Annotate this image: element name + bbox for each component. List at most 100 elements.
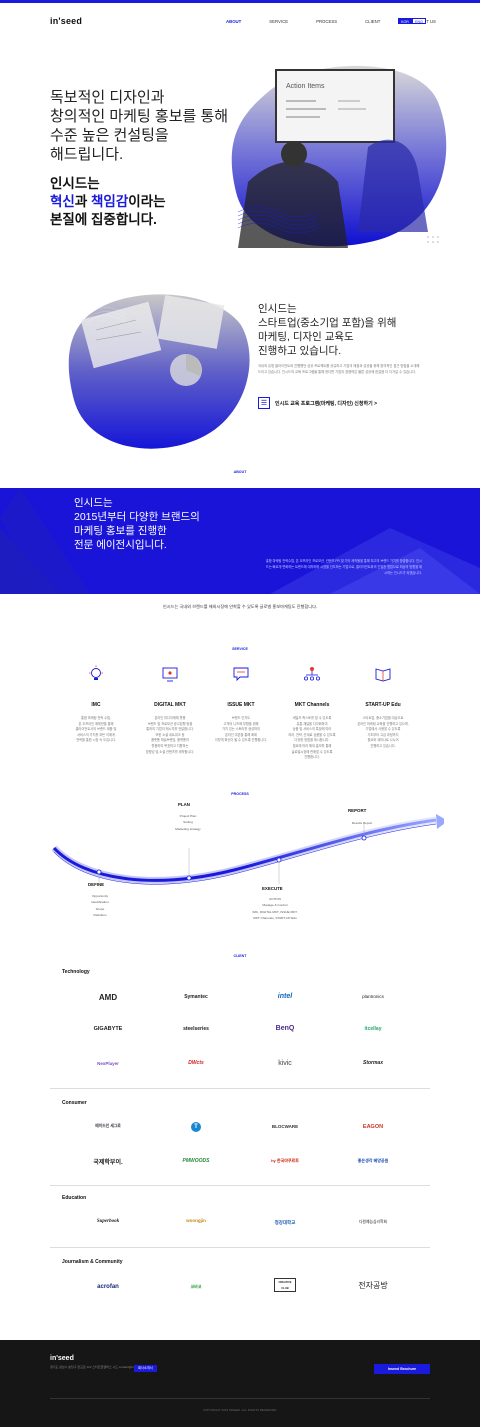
- service-name: ISSUE MKT: [227, 702, 255, 708]
- about-bg-shapes: [0, 488, 480, 594]
- logo-goodthought: 좋은생각 혜양공원: [357, 1158, 389, 1163]
- responsibility-word: 책임감: [91, 194, 129, 209]
- logo-superbook: Superbook: [96, 1219, 120, 1224]
- logo-stormax: Stormax: [362, 1060, 383, 1066]
- about-caption: 인시드는 국내외 브랜드를 해외시장에 안착할 수 있도록 글로벌 홍보마케팅도…: [162, 604, 318, 609]
- logo-gukje: 국제학부이.: [93, 1160, 123, 1166]
- logo[interactable]: in'seed: [50, 16, 82, 26]
- service-section-tag: SERVICE: [232, 647, 248, 651]
- process-sub: Results Report: [351, 821, 373, 825]
- process-execute-subs: ACTION Manage & Control IMC, DIGITAL MKT…: [240, 896, 310, 922]
- hero-line: 수준 높은 컨설팅을: [50, 127, 169, 144]
- company-intro-button[interactable]: 회사소개서: [134, 1365, 157, 1372]
- hero-line: 독보적인 디자인과: [50, 89, 165, 106]
- site-header: in'seed ABOUT SERVICE PROCESS CLIENT CON…: [0, 3, 480, 39]
- edu-line: 인시드는: [258, 303, 297, 315]
- process-plan-subs: Project Plan Setting Marketing strategy: [168, 813, 208, 832]
- about-headline: 인시드는 2015년부터 다양한 브랜드의 마케팅 홍보를 진행한 전문 에이전…: [74, 496, 200, 552]
- about-banner: 인시드는 2015년부터 다양한 브랜드의 마케팅 홍보를 진행한 전문 에이전…: [0, 488, 480, 594]
- edu-link-label: 인시드 교육 프로그램(마케팅, 디자인) 신청하기 >: [275, 400, 377, 407]
- service-digital-mkt: DIGITAL MKT 온라인 미디어매체 활용 브랜드 및 프로모션 광고집행…: [137, 665, 203, 755]
- service-imc: IMC 통합 마케팅 전략 수립, 온 오프라인 매체만을 통해 클라이언트사의…: [63, 665, 129, 744]
- lang-eng-button[interactable]: ENG: [412, 18, 426, 24]
- main-nav: ABOUT SERVICE PROCESS CLIENT CONTACT US: [226, 19, 464, 24]
- service-name: MKT Channels: [294, 702, 330, 708]
- nav-service[interactable]: SERVICE: [269, 19, 288, 24]
- hero-meeting-image: Action Items: [231, 65, 447, 248]
- service-name: DIGITAL MKT: [154, 702, 186, 708]
- logo-pmwoods: PMWOODS: [182, 1158, 210, 1164]
- service-startup-edu: START-UP Edu 스타트업, 중소기업을 대상으로 온라인 마케팅 교육…: [350, 665, 416, 750]
- logo-dawon: 다원예능심리학회: [359, 1220, 387, 1224]
- edu-description: 국내외 유명 클라이언트와 진행했던 성공 프로젝트를 공유하고 기업의 매출과…: [258, 364, 420, 374]
- hero-headline: 독보적인 디자인과 창의적인 마케팅 홍보를 통해 수준 높은 컨설팅을 해드립…: [50, 88, 228, 164]
- footer-divider: [50, 1398, 430, 1399]
- logo-itcellay: itcellay: [364, 1026, 382, 1032]
- process-define-subs: Opportunity Identification Scope Definit…: [80, 893, 120, 919]
- divider: [50, 1247, 430, 1248]
- service-desc: 온라인 미디어매체 활용 브랜드 및 프로모션 광고집행 등을 통하여 기업의 …: [145, 716, 195, 754]
- nav-client[interactable]: CLIENT: [365, 19, 380, 24]
- edu-line: 마케팅, 디자인 교육도: [258, 331, 354, 343]
- process-plan-title: PLAN: [178, 802, 190, 807]
- logo-creative-club: CREATIVE CLUB: [245, 1278, 325, 1292]
- client-section-tag: CLIENT: [233, 954, 247, 958]
- edu-charts-image: [68, 294, 250, 449]
- about-section-tag: ABOUT: [233, 470, 247, 474]
- service-desc: 세일즈 측스토를 할 수 있도록 유통 채널을 다각화하여 상품 및 서비스의 …: [288, 716, 336, 760]
- service-desc: 스타트업, 중소기업을 대상으로 온라인 마케팅 교육을 진행하고 있으며, 기…: [357, 716, 409, 748]
- edu-apply-link[interactable]: ☰ 인시드 교육 프로그램(마케팅, 디자인) 신청하기 >: [258, 397, 377, 409]
- divider: [50, 1185, 430, 1186]
- logo-symantec: Symantec: [184, 994, 208, 1000]
- tagline-part: 과: [74, 194, 92, 209]
- innovation-word: 혁신: [50, 194, 75, 209]
- logo-amd: AMD: [98, 993, 118, 1002]
- brochure-button[interactable]: Inseed Brochure: [374, 1364, 430, 1374]
- category-journalism: Journalism & Community: [62, 1259, 123, 1265]
- site-footer: in'seed 경기도 성남시 분당구 판교로 123 스타트업캠퍼스 시드 c…: [0, 1340, 480, 1427]
- category-consumer: Consumer: [62, 1100, 87, 1106]
- service-desc: 통합 마케팅 전략 수립, 온 오프라인 매체만을 통해 클라이언트사의 브랜드…: [75, 716, 117, 743]
- service-desc: 브랜드 인지도 고객의 니즈에 부합을 위해 가치 있는 스토리를 생성하여 온…: [214, 716, 268, 743]
- nav-about[interactable]: ABOUT: [226, 19, 241, 24]
- language-switch: KOR ENG: [398, 18, 426, 24]
- service-issue-mkt: ISSUE MKT 브랜드 인지도 고객의 니즈에 부합을 위해 가치 있는 스…: [208, 665, 274, 744]
- about-line: 인시드는: [74, 497, 113, 509]
- nav-process[interactable]: PROCESS: [316, 19, 337, 24]
- lang-kor-button[interactable]: KOR: [398, 18, 412, 24]
- logo-nexplayer: NexPlayer: [97, 1061, 119, 1066]
- logo-acrofan: acrofan: [97, 1284, 119, 1290]
- logo-chunggang: 청강대학교: [274, 1220, 296, 1225]
- logo-kivic: kivic: [278, 1060, 292, 1067]
- service-name: IMC: [91, 702, 101, 708]
- process-sub: MKT Channels, START-UP Edu: [253, 916, 297, 921]
- service-name: START-UP Edu: [365, 702, 401, 708]
- open-book-icon: [375, 668, 391, 682]
- book-icon: ☰: [258, 397, 270, 409]
- hero-line: 창의적인 마케팅 홍보를 통해: [50, 108, 229, 125]
- about-line: 2015년부터 다양한 브랜드의: [74, 511, 200, 523]
- hero-tagline: 인시드는 혁신과 책임감이라는 본질에 집중합니다.: [50, 175, 166, 229]
- board-title: Action Items: [286, 83, 325, 90]
- logo-dwcts: DWcts: [188, 1060, 204, 1066]
- logo-steelseries: steelseries: [183, 1026, 209, 1032]
- network-icon: [303, 667, 320, 681]
- logo-segro: 메이드인 세그로: [95, 1124, 121, 1128]
- logo-woongjin: woongjin: [186, 1218, 206, 1223]
- tagline-line: 인시드는: [50, 176, 100, 191]
- logo-t: T: [156, 1122, 236, 1132]
- logo-plantronics: plantronics: [362, 994, 384, 999]
- service-mkt-channels: MKT Channels 세일즈 측스토를 할 수 있도록 유통 채널을 다각화…: [279, 665, 345, 761]
- chat-bubble-icon: [233, 667, 249, 682]
- process-execute-title: EXECUTE: [262, 886, 283, 891]
- edu-line: 진행하고 있습니다.: [258, 345, 342, 357]
- edu-headline: 인시드는 스타트업(중소기업 포함)을 위해 마케팅, 디자인 교육도 진행하고…: [258, 302, 396, 358]
- process-sub: Marketing strategy: [175, 826, 201, 831]
- category-technology: Technology: [62, 969, 90, 975]
- logo-gigabyte: GIGABYTE: [93, 1026, 123, 1032]
- lightbulb-icon: [89, 665, 103, 680]
- footer-logo[interactable]: in'seed: [50, 1355, 74, 1362]
- about-line: 전문 에이전시입니다.: [74, 539, 167, 551]
- logo-kobaco: 코바코: [190, 1284, 202, 1289]
- process-report-subs: Results Report: [340, 820, 384, 826]
